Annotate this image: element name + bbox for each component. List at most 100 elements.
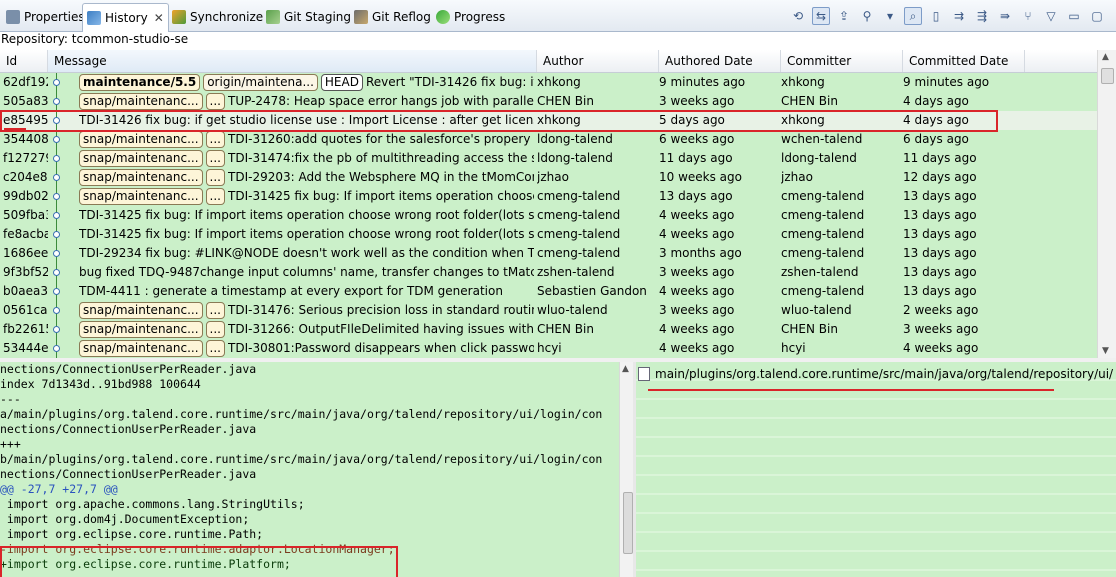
commit-committer: wluo-talend xyxy=(781,303,852,317)
commit-committer: xhkong xyxy=(781,75,825,89)
maximize-icon[interactable]: ▢ xyxy=(1088,7,1106,25)
diff-line: --- xyxy=(0,392,21,406)
column-header-id[interactable]: Id xyxy=(0,50,48,72)
git-reflog-icon xyxy=(354,9,368,24)
column-header-authored-date[interactable]: Authored Date xyxy=(659,50,781,72)
branch-ref-badge: snap/maintenanc... xyxy=(79,302,203,319)
tab-history[interactable]: History ✕ xyxy=(82,3,169,32)
tab-progress[interactable]: Progress xyxy=(432,4,509,29)
table-row[interactable]: 0561cad snap/maintenanc......TDI-31476: S… xyxy=(0,301,1097,320)
scroll-up-icon[interactable]: ▲ xyxy=(1102,52,1109,62)
committed-date: 13 days ago xyxy=(903,227,977,241)
scroll-up-icon[interactable]: ▲ xyxy=(622,364,629,374)
authored-date: 13 days ago xyxy=(659,189,733,203)
tab-git-staging[interactable]: Git Staging xyxy=(262,4,355,29)
diff-line: b/main/plugins/org.talend.core.runtime/s… xyxy=(0,452,603,466)
minimize-icon[interactable]: ▭ xyxy=(1065,7,1083,25)
tab-synchronize-label: Synchronize xyxy=(190,9,264,24)
diff-line: nections/ConnectionUserPerReader.java xyxy=(0,467,257,481)
committed-date: 2 weeks ago xyxy=(903,303,979,317)
diff-scrollbar[interactable]: ▲ xyxy=(619,362,634,577)
commit-id: 509fba3 xyxy=(3,208,48,222)
diff-line: a/main/plugins/org.talend.core.runtime/s… xyxy=(0,407,603,421)
close-icon[interactable]: ✕ xyxy=(154,11,164,25)
export-icon[interactable]: ⇪ xyxy=(835,7,853,25)
filter-dropdown-icon[interactable]: ▾ xyxy=(881,7,899,25)
graph-node-icon xyxy=(53,269,60,276)
commit-author: cmeng-talend xyxy=(537,208,621,222)
tab-git-reflog-label: Git Reflog xyxy=(372,9,431,24)
commit-message: TDI-29203: Add the Websphere MQ in the t… xyxy=(228,170,534,184)
authored-date: 4 weeks ago xyxy=(659,341,735,355)
scrollbar-thumb[interactable] xyxy=(1101,68,1114,84)
branch-ref-badge: origin/maintena... xyxy=(203,74,318,91)
refresh-icon[interactable]: ⟲ xyxy=(789,7,807,25)
view-menu-icon[interactable]: ▽ xyxy=(1042,7,1060,25)
graph-node-icon xyxy=(53,193,60,200)
scrollbar-thumb[interactable] xyxy=(623,492,633,554)
table-row[interactable]: 9f3bf52 bug fixed TDQ-9487change input co… xyxy=(0,263,1097,282)
branch-ref-badge: ... xyxy=(205,340,225,357)
filter-icon[interactable]: ⚲ xyxy=(858,7,876,25)
tab-git-reflog[interactable]: Git Reflog xyxy=(350,4,435,29)
table-row[interactable]: 99db02c snap/maintenanc......TDI-31425 fi… xyxy=(0,187,1097,206)
show-tags-icon[interactable]: ⇛ xyxy=(996,7,1014,25)
table-row[interactable]: e85495c TDI-31426 fix bug: if get studio … xyxy=(0,111,1097,130)
branch-ref-badge: ... xyxy=(205,169,225,186)
table-row[interactable]: 1686ee5 TDI-29234 fix bug: #LINK@NODE doe… xyxy=(0,244,1097,263)
commit-id: 3544083 xyxy=(3,132,48,146)
branch-ref-badge: snap/maintenanc... xyxy=(79,169,203,186)
table-row[interactable]: 3544083 snap/maintenanc......TDI-31260:ad… xyxy=(0,130,1097,149)
committed-date: 13 days ago xyxy=(903,265,977,279)
committed-date: 4 weeks ago xyxy=(903,341,979,355)
authored-date: 4 weeks ago xyxy=(659,227,735,241)
commit-id: 0561cad xyxy=(3,303,48,317)
column-header-author[interactable]: Author xyxy=(537,50,659,72)
commit-committer: CHEN Bin xyxy=(781,322,838,336)
branch-ref-badge: snap/maintenanc... xyxy=(79,150,203,167)
commit-committer: CHEN Bin xyxy=(781,94,838,108)
table-row[interactable]: fb22615 snap/maintenanc......TDI-31266: O… xyxy=(0,320,1097,339)
commit-author: Sebastien Gandon xyxy=(537,284,647,298)
commit-committer: hcyi xyxy=(781,341,806,355)
commit-message-cell: snap/maintenanc...... TUP-2478: Heap spac… xyxy=(79,92,534,111)
table-row[interactable]: f127279 snap/maintenanc......TDI-31474:fi… xyxy=(0,149,1097,168)
branch-graph-icon[interactable]: ⑂ xyxy=(1019,7,1037,25)
java-file-icon xyxy=(638,366,650,381)
branch-ref-badge: snap/maintenanc... xyxy=(79,131,203,148)
committed-date: 4 days ago xyxy=(903,113,969,127)
tab-properties[interactable]: Properties xyxy=(2,4,89,29)
scroll-down-icon[interactable]: ▼ xyxy=(1102,346,1109,356)
commit-committer: jzhao xyxy=(781,170,813,184)
search-icon[interactable]: ⌕ xyxy=(904,7,922,25)
column-header-committer[interactable]: Committer xyxy=(781,50,903,72)
link-with-selection-icon[interactable]: ⇆ xyxy=(812,7,830,25)
table-row[interactable]: c204e8e snap/maintenanc......TDI-29203: A… xyxy=(0,168,1097,187)
tab-synchronize[interactable]: Synchronize xyxy=(168,4,267,29)
column-header-message[interactable]: Message xyxy=(48,50,537,72)
table-row[interactable]: 53444e4 snap/maintenanc......TDI-30801:Pa… xyxy=(0,339,1097,358)
authored-date: 11 days ago xyxy=(659,151,733,165)
column-header-committed-date[interactable]: Committed Date xyxy=(903,50,1025,72)
table-row[interactable]: fe8acba TDI-31425 fix bug: If import item… xyxy=(0,225,1097,244)
authored-date: 9 minutes ago xyxy=(659,75,746,89)
all-branches-icon[interactable]: ⇶ xyxy=(973,7,991,25)
show-all-icon[interactable]: ▯ xyxy=(927,7,945,25)
branch-ref-badge: snap/maintenanc... xyxy=(79,188,203,205)
commit-committer: zshen-talend xyxy=(781,265,859,279)
branch-ref-badge: ... xyxy=(205,302,225,319)
table-row[interactable]: 505a839 snap/maintenanc......TUP-2478: He… xyxy=(0,92,1097,111)
view-tab-bar: Properties History ✕ Synchronize Git Sta… xyxy=(0,0,1116,32)
commit-message-cell: TDI-31425 fix bug: If import items opera… xyxy=(79,225,534,244)
compare-mode-icon[interactable]: ⇉ xyxy=(950,7,968,25)
commit-author: xhkong xyxy=(537,75,581,89)
changed-file-item[interactable]: main/plugins/org.talend.core.runtime/src… xyxy=(638,365,1114,382)
commit-table-scrollbar[interactable]: ▲ ▼ xyxy=(1097,50,1116,358)
commit-message-cell: TDM-4411 : generate a timestamp at every… xyxy=(79,282,534,301)
table-row[interactable]: 62df192 maintenance/5.5origin/maintena...… xyxy=(0,73,1097,92)
commit-message: TDI-30801:Password disappears when click… xyxy=(228,341,534,355)
table-row[interactable]: b0aea33 TDM-4411 : generate a timestamp a… xyxy=(0,282,1097,301)
commit-id: 62df192 xyxy=(3,75,48,89)
table-header: Id Message Author Authored Date Committe… xyxy=(0,50,1097,73)
table-row[interactable]: 509fba3 TDI-31425 fix bug: If import item… xyxy=(0,206,1097,225)
